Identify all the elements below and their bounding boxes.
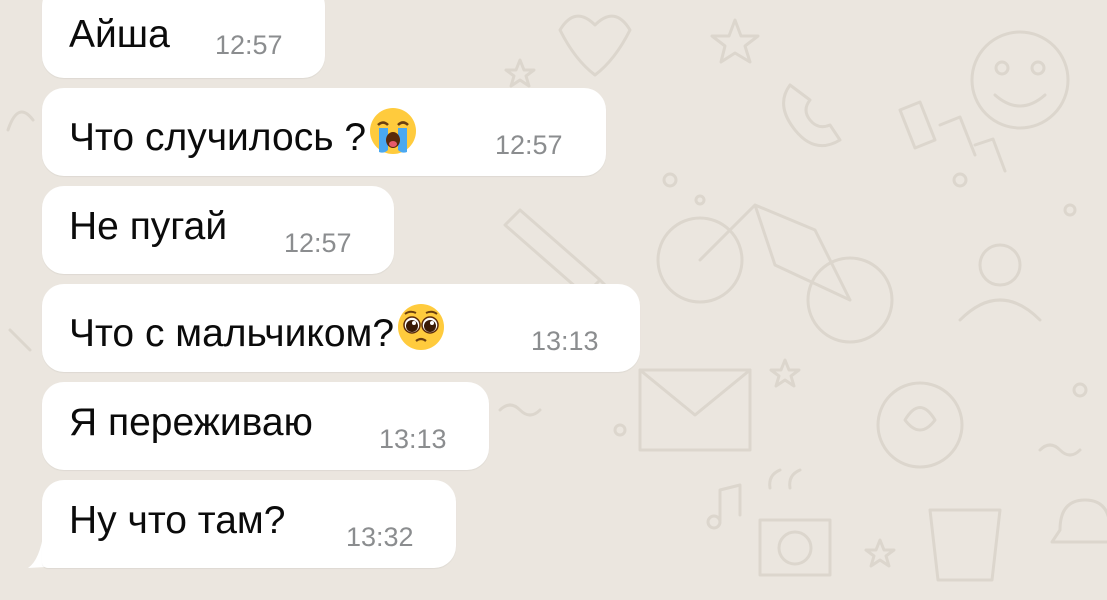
loudly-crying-face-icon	[370, 108, 417, 154]
message-timestamp: 12:57	[284, 228, 352, 258]
message-timestamp: 13:13	[531, 326, 599, 356]
message-timestamp: 12:57	[495, 130, 563, 160]
message-timestamp: 13:13	[379, 424, 447, 454]
message-bubble[interactable]: Что с мальчиком? 13:13	[42, 284, 640, 372]
message-text: Ну что там?	[69, 499, 286, 542]
message-text: Не пугай	[69, 205, 228, 248]
message-timestamp: 13:32	[346, 522, 414, 552]
message-text: Я переживаю	[69, 401, 313, 444]
message-bubble[interactable]: Я переживаю 13:13	[42, 382, 489, 470]
message-text: Что с мальчиком?	[69, 302, 446, 357]
message-text-content: Что случилось ?	[69, 116, 367, 159]
message-bubble[interactable]: Ну что там? 13:32	[42, 480, 456, 568]
chat-area: Айша 12:57 Что случилось ? 12:57 Не пуга…	[0, 0, 1107, 600]
message-bubble[interactable]: Айша 12:57	[42, 0, 325, 78]
message-timestamp: 12:57	[215, 30, 283, 60]
pleading-face-icon	[398, 304, 445, 350]
message-bubble[interactable]: Не пугай 12:57	[42, 186, 394, 274]
message-text: Айша	[69, 13, 170, 56]
message-text: Что случилось ?	[69, 106, 418, 161]
message-text-content: Что с мальчиком?	[69, 312, 395, 355]
message-bubble[interactable]: Что случилось ? 12:57	[42, 88, 606, 176]
